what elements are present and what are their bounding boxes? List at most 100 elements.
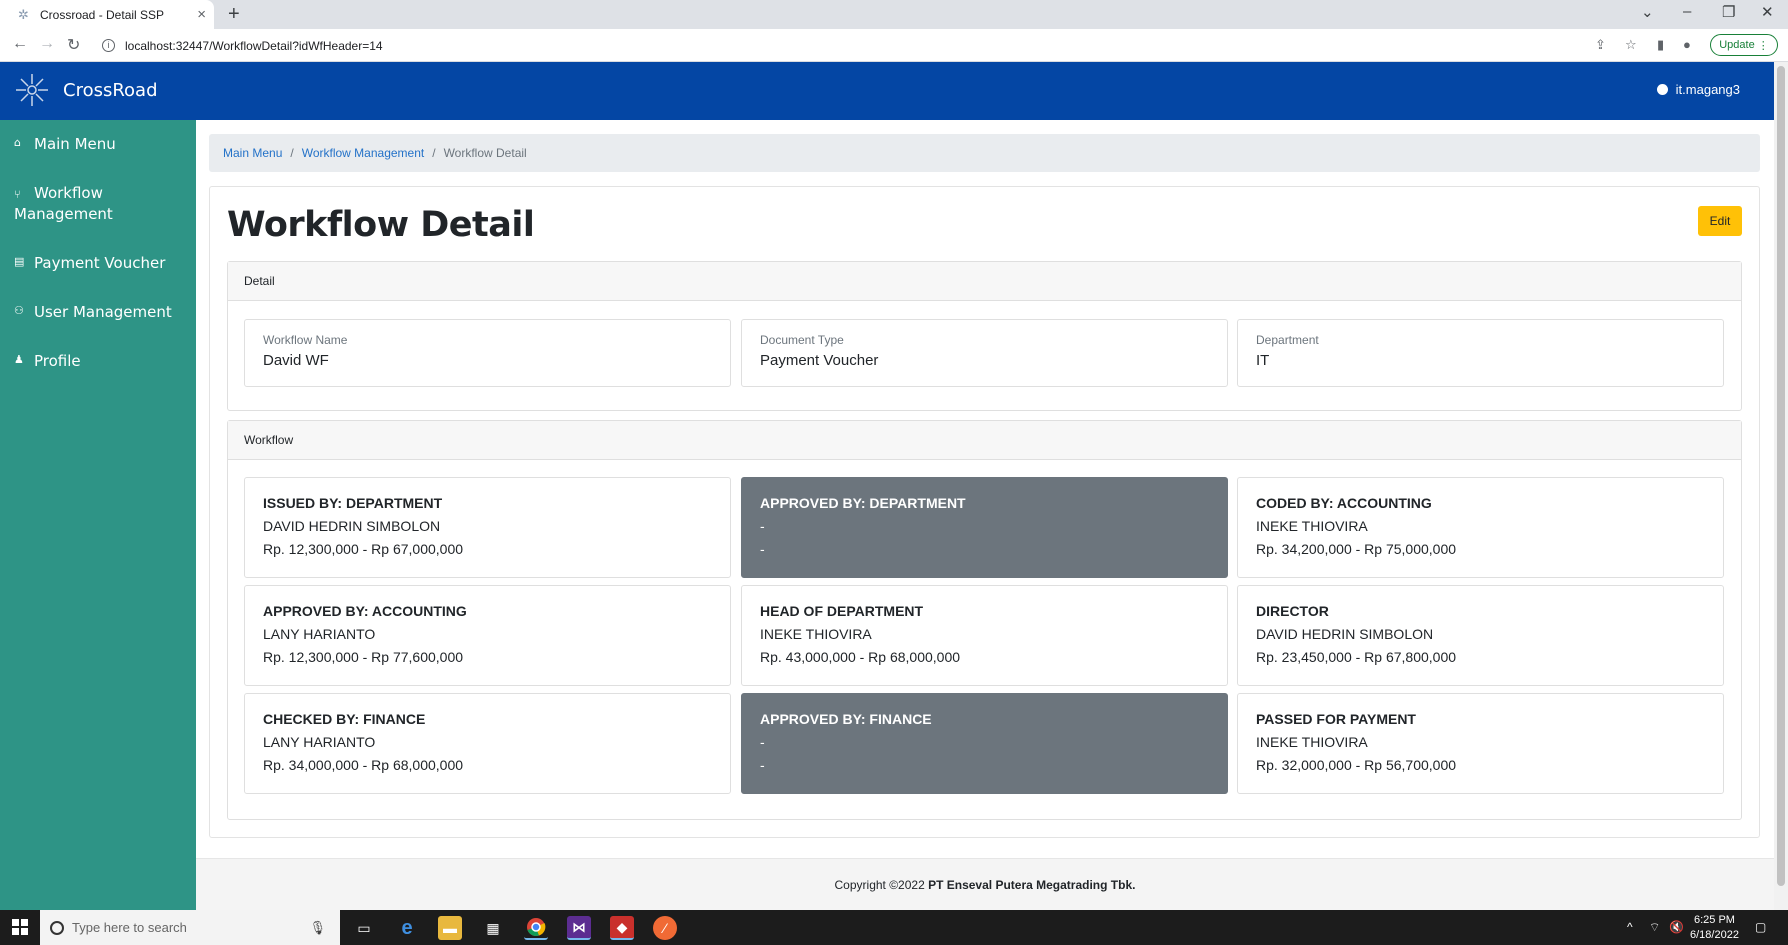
update-button[interactable]: Update ⋮ <box>1710 34 1778 56</box>
step-title: CHECKED BY: FINANCE <box>263 711 426 727</box>
field-value: David WF <box>263 352 329 369</box>
step-amount-range: Rp. 12,300,000 - Rp 67,000,000 <box>263 541 464 557</box>
workflow-step-card: DIRECTOR DAVID HEDRIN SIMBOLON Rp. 23,45… <box>1237 585 1724 686</box>
side-panel-icon[interactable]: ▮ <box>1657 37 1664 53</box>
taskbar-clock[interactable]: 6:25 PM 6/18/2022 <box>1690 913 1739 943</box>
sidebar: ⌂ Main Menu ⑂ Workflow Management ▤ Payme… <box>0 120 196 910</box>
edit-button[interactable]: Edit <box>1698 206 1742 236</box>
back-icon[interactable]: ← <box>12 35 28 53</box>
clock-time: 6:25 PM <box>1693 914 1735 926</box>
step-amount-range: - <box>760 757 765 773</box>
breadcrumb-main-menu[interactable]: Main Menu <box>223 146 282 160</box>
crossroad-favicon-icon: ✲ <box>18 6 29 22</box>
sidebar-item-user-management[interactable]: ⚇ User Management <box>14 302 172 323</box>
user-menu[interactable]: it.magang3 <box>1656 82 1740 97</box>
step-amount-range: Rp. 12,300,000 - Rp 77,600,000 <box>263 649 464 665</box>
workflow-step-card-disabled: APPROVED BY: FINANCE - - <box>741 693 1228 794</box>
step-approver: LANY HARIANTO <box>263 626 376 642</box>
sidebar-item-payment-voucher[interactable]: ▤ Payment Voucher <box>14 253 165 274</box>
step-amount-range: Rp. 23,450,000 - Rp 67,800,000 <box>1256 649 1457 665</box>
windows-taskbar: Type here to search 🎙 ▭ e ▬ ▦ ⋈ ◆ ⁄ ^ ⌔ … <box>0 910 1788 945</box>
close-window-icon[interactable]: ✕ <box>1761 3 1774 21</box>
windows-start-icon[interactable] <box>12 919 28 935</box>
document-type-field: Document Type Payment Voucher <box>741 319 1228 387</box>
crossroad-logo-icon[interactable] <box>14 72 50 108</box>
step-approver: DAVID HEDRIN SIMBOLON <box>1256 626 1434 642</box>
department-field: Department IT <box>1237 319 1724 387</box>
breadcrumb-separator: / <box>290 146 294 160</box>
bookmark-star-icon[interactable]: ☆ <box>1625 37 1637 53</box>
workflow-icon: ⑂ <box>14 188 21 201</box>
forward-icon[interactable]: → <box>39 35 55 53</box>
home-icon: ⌂ <box>14 136 21 149</box>
step-approver: INEKE THIOVIRA <box>1256 518 1368 534</box>
site-info-icon[interactable]: i <box>102 39 115 52</box>
step-amount-range: Rp. 43,000,000 - Rp 68,000,000 <box>760 649 961 665</box>
workflow-step-card: ISSUED BY: DEPARTMENT DAVID HEDRIN SIMBO… <box>244 477 731 578</box>
workflow-step-card: PASSED FOR PAYMENT INEKE THIOVIRA Rp. 32… <box>1237 693 1724 794</box>
restore-icon[interactable]: ❐ <box>1722 3 1735 21</box>
brand-name[interactable]: CrossRoad <box>63 80 158 101</box>
address-bar[interactable]: i localhost:32447/WorkflowDetail?idWfHea… <box>98 33 1778 58</box>
user-circle-icon <box>1656 84 1668 95</box>
field-label: Document Type <box>760 333 844 347</box>
close-tab-icon[interactable]: × <box>197 6 206 23</box>
step-approver: DAVID HEDRIN SIMBOLON <box>263 518 441 534</box>
sidebar-item-label: Main Menu <box>34 135 116 153</box>
app-red-icon[interactable]: ◆ <box>610 916 634 940</box>
sidebar-item-label: User Management <box>34 303 172 321</box>
show-hidden-icons-icon[interactable]: ^ <box>1627 920 1633 934</box>
breadcrumb-current: Workflow Detail <box>443 146 527 160</box>
sidebar-item-label: Payment Voucher <box>34 254 166 272</box>
username: it.magang3 <box>1675 82 1740 97</box>
page-title: Workflow Detail <box>227 205 535 245</box>
volume-muted-icon[interactable]: 🔇 <box>1669 920 1684 934</box>
step-approver: - <box>760 734 765 750</box>
copyright-text: Copyright ©2022 <box>834 878 929 892</box>
sidebar-item-main-menu[interactable]: ⌂ Main Menu <box>14 134 116 155</box>
task-view-icon[interactable]: ▭ <box>352 916 376 940</box>
reload-icon[interactable]: ↻ <box>67 35 80 55</box>
browser-tab[interactable]: ✲ Crossroad - Detail SSP × <box>0 0 214 29</box>
share-icon[interactable]: ⇪ <box>1595 37 1606 53</box>
sidebar-item-profile[interactable]: ♟ Profile <box>14 351 81 372</box>
microphone-icon[interactable]: 🎙 <box>309 920 326 936</box>
page-scrollbar[interactable] <box>1774 62 1788 910</box>
breadcrumb-workflow-management[interactable]: Workflow Management <box>302 146 425 160</box>
file-explorer-icon[interactable]: ▬ <box>438 916 462 940</box>
workflow-step-card: CHECKED BY: FINANCE LANY HARIANTO Rp. 34… <box>244 693 731 794</box>
network-icon[interactable]: ⌔ <box>1649 920 1660 935</box>
sidebar-item-workflow-management[interactable]: ⑂ Workflow Management <box>14 183 174 225</box>
scrollbar-thumb[interactable] <box>1777 66 1785 886</box>
company-name: PT Enseval Putera Megatrading Tbk. <box>928 878 1136 892</box>
step-title: PASSED FOR PAYMENT <box>1256 711 1416 727</box>
user-icon: ♟ <box>14 353 24 366</box>
profile-icon[interactable]: ● <box>1683 37 1691 52</box>
app-orange-icon[interactable]: ⁄ <box>653 916 677 940</box>
step-title: APPROVED BY: ACCOUNTING <box>263 603 467 619</box>
sidebar-item-label: Workflow Management <box>14 184 113 223</box>
breadcrumb: Main Menu / Workflow Management / Workfl… <box>209 134 1760 172</box>
minimize-icon[interactable]: – <box>1683 3 1691 20</box>
chrome-icon[interactable] <box>524 916 548 940</box>
step-amount-range: Rp. 34,200,000 - Rp 75,000,000 <box>1256 541 1457 557</box>
step-approver: LANY HARIANTO <box>263 734 376 750</box>
sidebar-item-label: Profile <box>34 352 81 370</box>
notifications-icon[interactable]: ▢ <box>1755 920 1766 934</box>
microsoft-store-icon[interactable]: ▦ <box>481 916 505 940</box>
workflow-section-header: Workflow <box>228 421 1741 460</box>
visual-studio-icon[interactable]: ⋈ <box>567 916 591 940</box>
workflow-step-card: CODED BY: ACCOUNTING INEKE THIOVIRA Rp. … <box>1237 477 1724 578</box>
step-amount-range: Rp. 32,000,000 - Rp 56,700,000 <box>1256 757 1457 773</box>
update-label: Update <box>1719 39 1755 51</box>
field-label: Workflow Name <box>263 333 348 347</box>
step-amount-range: - <box>760 541 765 557</box>
field-label: Department <box>1256 333 1319 347</box>
step-title: APPROVED BY: DEPARTMENT <box>760 495 966 511</box>
new-tab-icon[interactable]: + <box>228 3 240 26</box>
taskbar-search-box[interactable]: Type here to search 🎙 <box>40 910 340 945</box>
edge-browser-icon[interactable]: e <box>395 916 419 940</box>
tab-search-icon[interactable]: ⌄ <box>1641 3 1654 21</box>
step-title: APPROVED BY: FINANCE <box>760 711 932 727</box>
search-placeholder: Type here to search <box>72 920 187 935</box>
